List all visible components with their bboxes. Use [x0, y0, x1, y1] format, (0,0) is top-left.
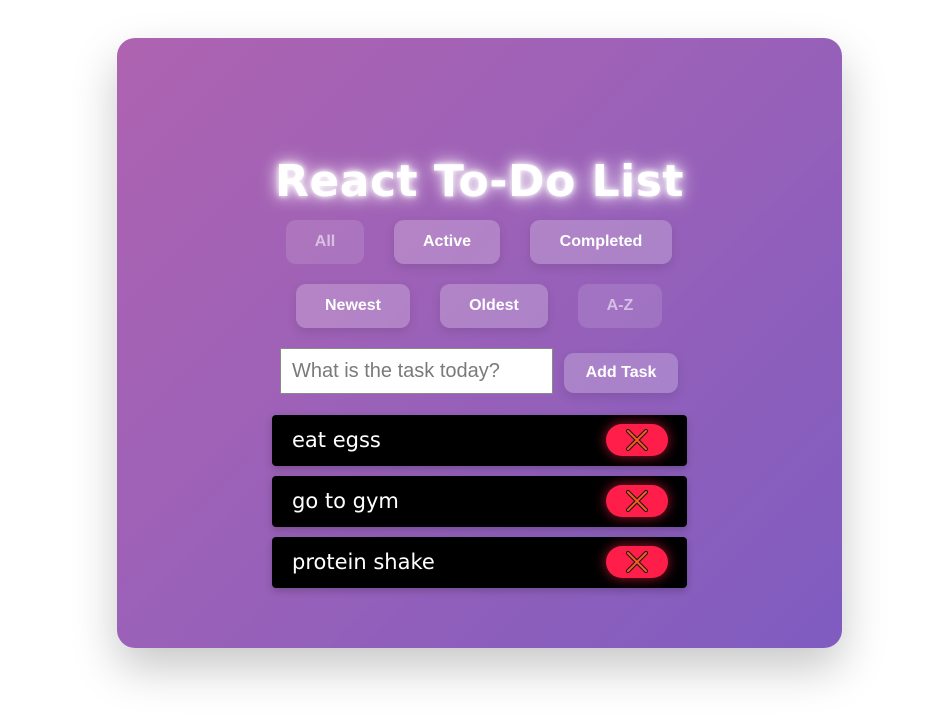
delete-task-button[interactable]	[606, 546, 668, 578]
task-item: go to gym	[272, 476, 687, 527]
delete-task-button[interactable]	[606, 424, 668, 456]
todo-card: React To-Do List All Active Completed Ne…	[117, 38, 842, 648]
task-item: protein shake	[272, 537, 687, 588]
task-text: go to gym	[292, 489, 399, 513]
task-item: eat egss	[272, 415, 687, 466]
filter-completed-button[interactable]: Completed	[530, 220, 672, 264]
filter-all-button[interactable]: All	[286, 220, 364, 264]
sort-oldest-button[interactable]: Oldest	[440, 284, 548, 328]
sort-newest-button[interactable]: Newest	[296, 284, 410, 328]
close-x-icon	[625, 428, 649, 452]
task-input[interactable]	[280, 348, 553, 394]
close-x-icon	[625, 489, 649, 513]
close-x-icon	[625, 550, 649, 574]
task-text: eat egss	[292, 428, 381, 452]
sort-az-button[interactable]: A-Z	[578, 284, 662, 328]
delete-task-button[interactable]	[606, 485, 668, 517]
task-text: protein shake	[292, 550, 435, 574]
filter-active-button[interactable]: Active	[394, 220, 500, 264]
page-title: React To-Do List	[275, 156, 684, 207]
add-task-button[interactable]: Add Task	[564, 353, 678, 393]
